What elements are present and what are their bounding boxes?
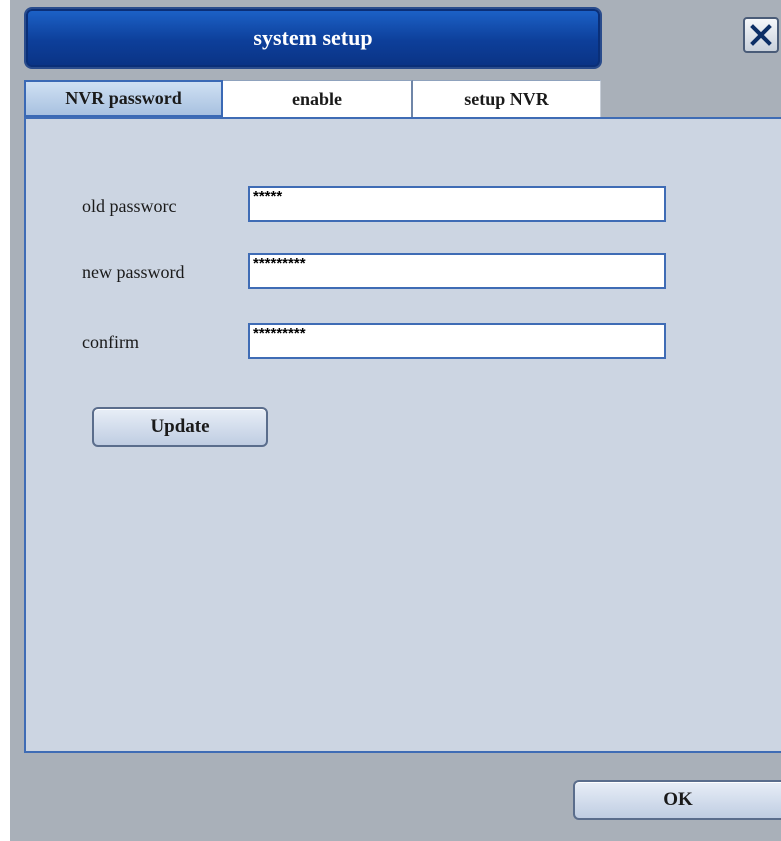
- new-password-label: new password: [82, 262, 185, 282]
- password-panel: old passworc ***** new password ********…: [24, 117, 781, 753]
- confirm-password-field[interactable]: *********: [248, 323, 666, 359]
- title-bar: system setup: [26, 9, 600, 67]
- new-password-field[interactable]: *********: [248, 253, 666, 289]
- ok-button[interactable]: OK: [573, 780, 781, 820]
- tab-enable[interactable]: enable: [223, 80, 413, 117]
- close-button[interactable]: [743, 17, 779, 53]
- tab-setup-nvr[interactable]: setup NVR: [413, 80, 601, 117]
- tab-bar: NVR password enable setup NVR: [24, 80, 601, 117]
- system-setup-window: system setup NVR password enable setup N…: [10, 0, 781, 841]
- close-icon: [750, 24, 772, 46]
- old-password-label: old passworc: [82, 196, 177, 216]
- window-title: system setup: [253, 25, 373, 50]
- confirm-label: confirm: [82, 332, 139, 352]
- update-button[interactable]: Update: [92, 407, 268, 447]
- tab-nvr-password[interactable]: NVR password: [24, 80, 223, 117]
- old-password-field[interactable]: *****: [248, 186, 666, 222]
